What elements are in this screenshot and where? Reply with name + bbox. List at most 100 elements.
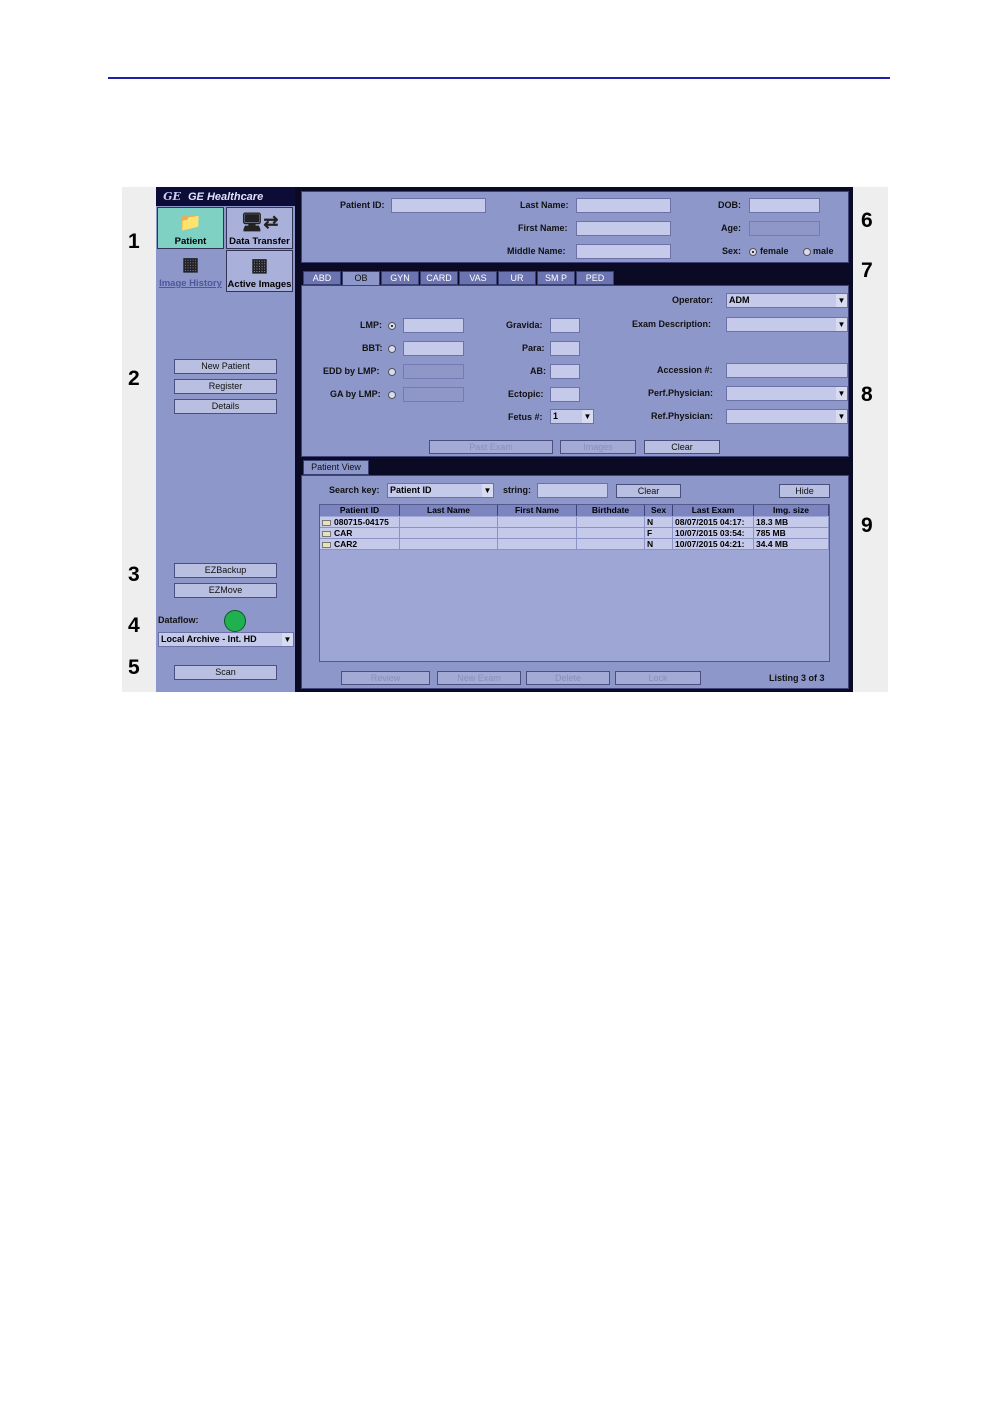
ref-physician-select[interactable]: ▼: [726, 409, 848, 424]
callout-7: 7: [861, 259, 873, 282]
bbt-input[interactable]: [403, 341, 464, 356]
ga-radio[interactable]: [388, 391, 396, 399]
middle-name-input[interactable]: [576, 244, 671, 259]
register-button[interactable]: Register: [174, 379, 277, 394]
age-label: Age:: [721, 223, 741, 233]
tab-smp[interactable]: SM P: [537, 271, 575, 285]
column-header-birthdate[interactable]: Birthdate: [577, 505, 645, 516]
ezmove-button[interactable]: EZMove: [174, 583, 277, 598]
nav-patient[interactable]: 📁 Patient: [157, 207, 224, 249]
ab-input[interactable]: [550, 364, 580, 379]
tab-abd[interactable]: ABD: [303, 271, 341, 285]
new-patient-button[interactable]: New Patient: [174, 359, 277, 374]
sidebar: GE GE Healthcare 📁 Patient 🖥⇄ Data Transf…: [156, 187, 295, 692]
column-header-patient-id[interactable]: Patient ID: [320, 505, 400, 516]
operator-value: ADM: [729, 295, 750, 305]
folder-icon: [322, 541, 331, 548]
chevron-down-icon: ▼: [582, 410, 593, 423]
sex-male-radio[interactable]: [803, 248, 811, 256]
sex-female-label: female: [760, 246, 789, 256]
past-exam-button[interactable]: Past Exam: [429, 440, 553, 454]
nav-data-transfer[interactable]: 🖥⇄ Data Transfer: [226, 207, 293, 249]
column-header-img-size[interactable]: Img. size: [754, 505, 829, 516]
cell-sex: N: [645, 539, 673, 549]
chevron-down-icon: ▼: [482, 484, 493, 497]
patient-info-panel: Patient ID: Last Name: First Name: Middl…: [301, 191, 849, 263]
cell-first-name: [498, 517, 577, 527]
cell-sex: F: [645, 528, 673, 538]
string-input[interactable]: [537, 483, 608, 498]
table-row[interactable]: CAR F 10/07/2015 03:54: 785 MB: [320, 528, 829, 539]
sex-label: Sex:: [722, 246, 742, 256]
cell-patient-id: 080715-04175: [334, 517, 389, 527]
lmp-input[interactable]: [403, 318, 464, 333]
tab-ur[interactable]: UR: [498, 271, 536, 285]
lock-button[interactable]: Lock: [615, 671, 701, 685]
edd-radio[interactable]: [388, 368, 396, 376]
review-button[interactable]: Review: [341, 671, 430, 685]
nav-image-history[interactable]: ▦ Image History: [157, 250, 224, 292]
delete-button[interactable]: Delete: [526, 671, 610, 685]
new-exam-button[interactable]: New Exam: [437, 671, 521, 685]
accession-input[interactable]: [726, 363, 848, 378]
tab-ped[interactable]: PED: [576, 271, 614, 285]
fetus-select[interactable]: 1 ▼: [550, 409, 594, 424]
ga-input[interactable]: [403, 387, 464, 402]
dob-input[interactable]: [749, 198, 820, 213]
cell-birthdate: [577, 528, 645, 538]
exam-panel: LMP: BBT: EDD by LMP: GA by LMP: Gravida…: [301, 285, 849, 457]
edd-input[interactable]: [403, 364, 464, 379]
para-input[interactable]: [550, 341, 580, 356]
scan-button[interactable]: Scan: [174, 665, 277, 680]
dob-label: DOB:: [718, 200, 741, 210]
cell-first-name: [498, 528, 577, 538]
clear-exam-button[interactable]: Clear: [644, 440, 720, 454]
images-button[interactable]: Images: [560, 440, 636, 454]
perf-physician-select[interactable]: ▼: [726, 386, 848, 401]
tab-vas[interactable]: VAS: [459, 271, 497, 285]
callout-1: 1: [128, 230, 140, 253]
nav-patient-label: Patient: [174, 236, 207, 247]
table-row[interactable]: 080715-04175 N 08/07/2015 04:17: 18.3 MB: [320, 517, 829, 528]
ezbackup-button[interactable]: EZBackup: [174, 563, 277, 578]
details-button[interactable]: Details: [174, 399, 277, 414]
bbt-radio[interactable]: [388, 345, 396, 353]
column-header-first-name[interactable]: First Name: [498, 505, 577, 516]
ectopic-input[interactable]: [550, 387, 580, 402]
lmp-radio[interactable]: [388, 322, 396, 330]
last-name-label: Last Name:: [520, 200, 569, 210]
cell-last-exam: 10/07/2015 03:54:: [673, 528, 754, 538]
tab-patient-view[interactable]: Patient View: [303, 460, 369, 475]
hide-button[interactable]: Hide: [779, 484, 830, 498]
tab-gyn[interactable]: GYN: [381, 271, 419, 285]
cell-last-name: [400, 528, 498, 538]
callout-4: 4: [128, 614, 140, 637]
string-label: string:: [503, 485, 531, 495]
callout-2: 2: [128, 367, 140, 390]
first-name-input[interactable]: [576, 221, 671, 236]
dataflow-select[interactable]: Local Archive - Int. HD ▼: [158, 632, 294, 647]
column-header-last-exam[interactable]: Last Exam: [673, 505, 754, 516]
fetus-label: Fetus #:: [508, 412, 543, 422]
callout-8: 8: [861, 383, 873, 406]
chevron-down-icon: ▼: [836, 387, 847, 400]
middle-name-label: Middle Name:: [507, 246, 566, 256]
column-header-sex[interactable]: Sex: [645, 505, 673, 516]
gravida-input[interactable]: [550, 318, 580, 333]
tab-card[interactable]: CARD: [420, 271, 458, 285]
table-row[interactable]: CAR2 N 10/07/2015 04:21: 34.4 MB: [320, 539, 829, 550]
patient-id-input[interactable]: [391, 198, 486, 213]
operator-select[interactable]: ADM ▼: [726, 293, 848, 308]
age-input[interactable]: [749, 221, 820, 236]
exam-description-select[interactable]: ▼: [726, 317, 848, 332]
nav-active-images[interactable]: ▦ Active Images: [226, 250, 293, 292]
sex-female-radio[interactable]: [749, 248, 757, 256]
dataflow-value: Local Archive - Int. HD: [161, 634, 257, 644]
last-name-input[interactable]: [576, 198, 671, 213]
search-key-select[interactable]: Patient ID ▼: [387, 483, 494, 498]
perf-physician-label: Perf.Physician:: [648, 388, 714, 398]
clear-search-button[interactable]: Clear: [616, 484, 681, 498]
ab-label: AB:: [530, 366, 546, 376]
column-header-last-name[interactable]: Last Name: [400, 505, 498, 516]
tab-ob[interactable]: OB: [342, 271, 380, 286]
